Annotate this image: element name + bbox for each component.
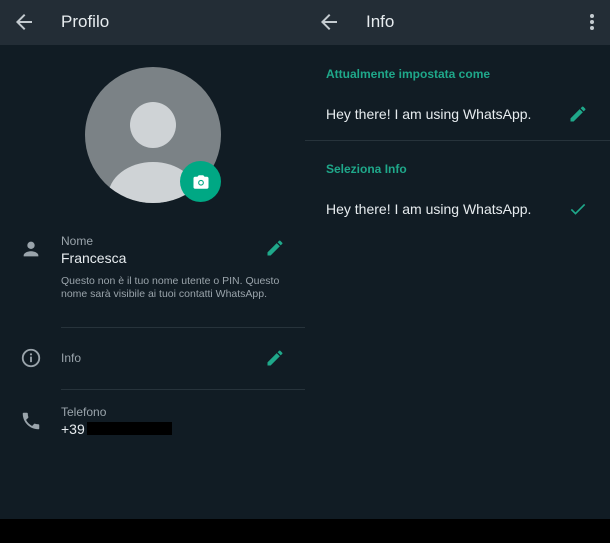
arrow-left-icon xyxy=(16,14,32,30)
info-header: Info xyxy=(305,0,610,45)
phone-label: Telefono xyxy=(61,405,107,419)
info-icon xyxy=(20,347,42,369)
redacted-phone-number xyxy=(87,422,172,435)
check-icon xyxy=(570,203,586,215)
name-value: Francesca xyxy=(61,250,127,266)
back-button[interactable] xyxy=(12,10,36,34)
name-hint: Questo non è il tuo nome utente o PIN. Q… xyxy=(61,275,280,300)
current-status[interactable]: Hey there! I am using WhatsApp. xyxy=(326,106,531,122)
profile-panel: Profilo Nome Francesca Questo non è il t… xyxy=(0,0,305,519)
about-label[interactable]: Info xyxy=(61,351,81,365)
profile-header: Profilo xyxy=(0,0,305,45)
divider xyxy=(61,389,305,390)
pencil-icon xyxy=(570,106,586,122)
select-section-label: Seleziona Info xyxy=(326,162,407,176)
more-vert-icon xyxy=(590,14,594,30)
divider xyxy=(305,140,610,141)
edit-about-button[interactable] xyxy=(265,348,285,368)
phone-icon xyxy=(20,410,42,432)
selected-check xyxy=(568,199,588,219)
avatar-head xyxy=(130,102,176,148)
camera-icon xyxy=(193,174,208,189)
person-icon xyxy=(20,238,42,260)
pencil-icon xyxy=(267,240,283,256)
edit-status-button[interactable] xyxy=(568,104,588,124)
current-section-label: Attualmente impostata come xyxy=(326,67,491,81)
change-photo-button[interactable] xyxy=(180,161,221,202)
info-panel: Info Attualmente impostata come Hey ther… xyxy=(305,0,610,519)
pencil-icon xyxy=(267,350,283,366)
name-label: Nome xyxy=(61,234,94,248)
page-title: Info xyxy=(366,12,395,31)
page-title: Profilo xyxy=(61,12,110,31)
arrow-left-icon xyxy=(321,14,337,30)
edit-name-button[interactable] xyxy=(265,238,285,258)
status-option[interactable]: Hey there! I am using WhatsApp. xyxy=(326,201,531,217)
more-options-button[interactable] xyxy=(582,10,602,34)
back-button[interactable] xyxy=(317,10,341,34)
phone-value: +39 xyxy=(61,421,85,437)
divider xyxy=(61,327,305,328)
